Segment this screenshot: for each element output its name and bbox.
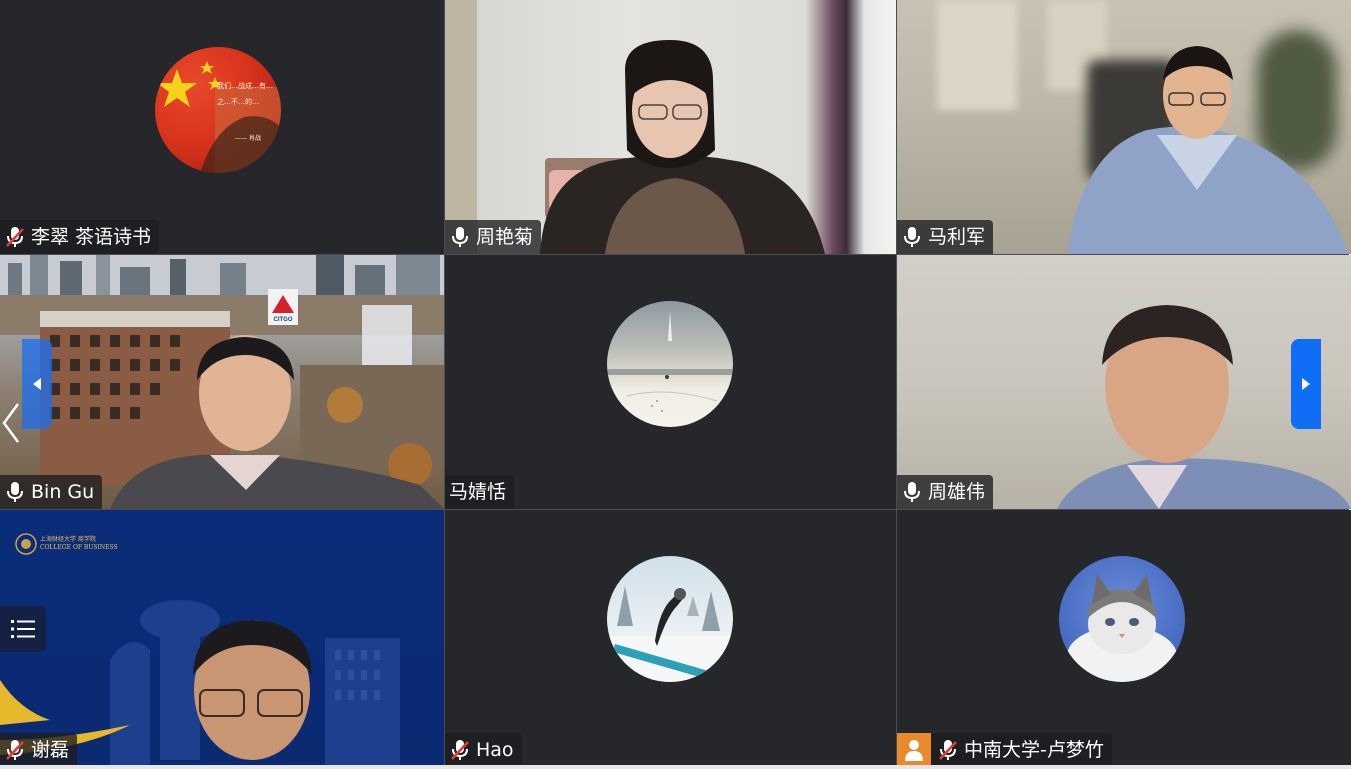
participant-tile-1[interactable]: 我们…战成…有… 之…不…的… —— 肖战 李翠 茶语诗书 <box>0 0 444 254</box>
participant-tile-5[interactable]: 马婧恬 <box>445 255 896 509</box>
flag-avatar: 我们…战成…有… 之…不…的… —— 肖战 <box>155 47 281 173</box>
poem-line-2: 之…不…的… <box>217 98 259 106</box>
microphone-muted-icon <box>449 738 471 762</box>
star-icon <box>157 61 281 173</box>
person-video <box>1057 305 1351 509</box>
poem-line-3: —— 肖战 <box>235 135 261 142</box>
person-video <box>540 40 825 254</box>
microphone-icon <box>901 480 923 504</box>
participant-name: 周艳菊 <box>476 226 534 248</box>
nametag: 马利军 <box>897 220 994 254</box>
snow-landscape-avatar <box>607 301 733 427</box>
participant-name: 李翠 茶语诗书 <box>31 226 152 248</box>
nametag: Hao <box>445 733 522 767</box>
nametag: 李翠 茶语诗书 <box>0 220 160 254</box>
bottom-border <box>0 765 1351 769</box>
microphone-muted-icon <box>937 738 959 762</box>
user-avatar <box>897 733 931 767</box>
chevron-right-icon <box>1302 378 1310 390</box>
user-icon <box>905 740 923 761</box>
person-video <box>110 335 444 509</box>
participant-tile-2[interactable]: 周艳菊 <box>445 0 896 254</box>
microphone-icon <box>449 225 471 249</box>
participants-list-button[interactable] <box>0 606 46 652</box>
participant-tile-8[interactable]: Hao <box>445 510 896 767</box>
participant-tile-9[interactable]: 中南大学-卢梦竹 <box>897 510 1351 767</box>
nametag: 周雄伟 <box>897 475 994 509</box>
nametag: 中南大学-卢梦竹 <box>897 733 1112 767</box>
microphone-muted-icon <box>4 738 26 762</box>
video-grid: 我们…战成…有… 之…不…的… —— 肖战 李翠 茶语诗书 周艳菊 马利军 CI… <box>0 0 1351 767</box>
nametag: 周艳菊 <box>445 220 542 254</box>
participant-name: Bin Gu <box>31 481 95 503</box>
participant-tile-3[interactable]: 马利军 <box>897 0 1351 254</box>
participant-name: Hao <box>476 739 514 761</box>
person-video <box>193 620 312 760</box>
previous-page-button[interactable] <box>22 339 52 429</box>
participant-tile-6[interactable]: 周雄伟 <box>897 255 1351 509</box>
nametag: Bin Gu <box>0 475 103 509</box>
person-video <box>1067 46 1349 254</box>
list-icon <box>11 620 35 638</box>
microphone-muted-icon <box>4 225 26 249</box>
nametag: 谢磊 <box>0 733 78 767</box>
microphone-icon <box>4 480 26 504</box>
participant-tile-4[interactable]: CITGO Bin Gu <box>0 255 444 509</box>
nametag: 马婧恬 <box>445 475 515 509</box>
participant-name: 马利军 <box>928 226 986 248</box>
microphone-icon <box>901 225 923 249</box>
participant-name: 周雄伟 <box>928 481 986 503</box>
participant-name: 中南大学-卢梦竹 <box>964 739 1104 761</box>
chevron-left-icon[interactable] <box>0 396 22 451</box>
next-page-button[interactable] <box>1291 339 1321 429</box>
participant-name: 马婧恬 <box>449 481 507 503</box>
snowboarder-avatar <box>607 556 733 682</box>
cat-avatar <box>1059 556 1185 682</box>
participant-name: 谢磊 <box>31 739 70 761</box>
chevron-left-icon <box>33 378 41 390</box>
poem-line-1: 我们…战成…有… <box>217 82 273 90</box>
participant-tile-7[interactable]: 上海财经大学 商学院 COLLEGE OF BUSINESS 谢磊 <box>0 510 444 767</box>
